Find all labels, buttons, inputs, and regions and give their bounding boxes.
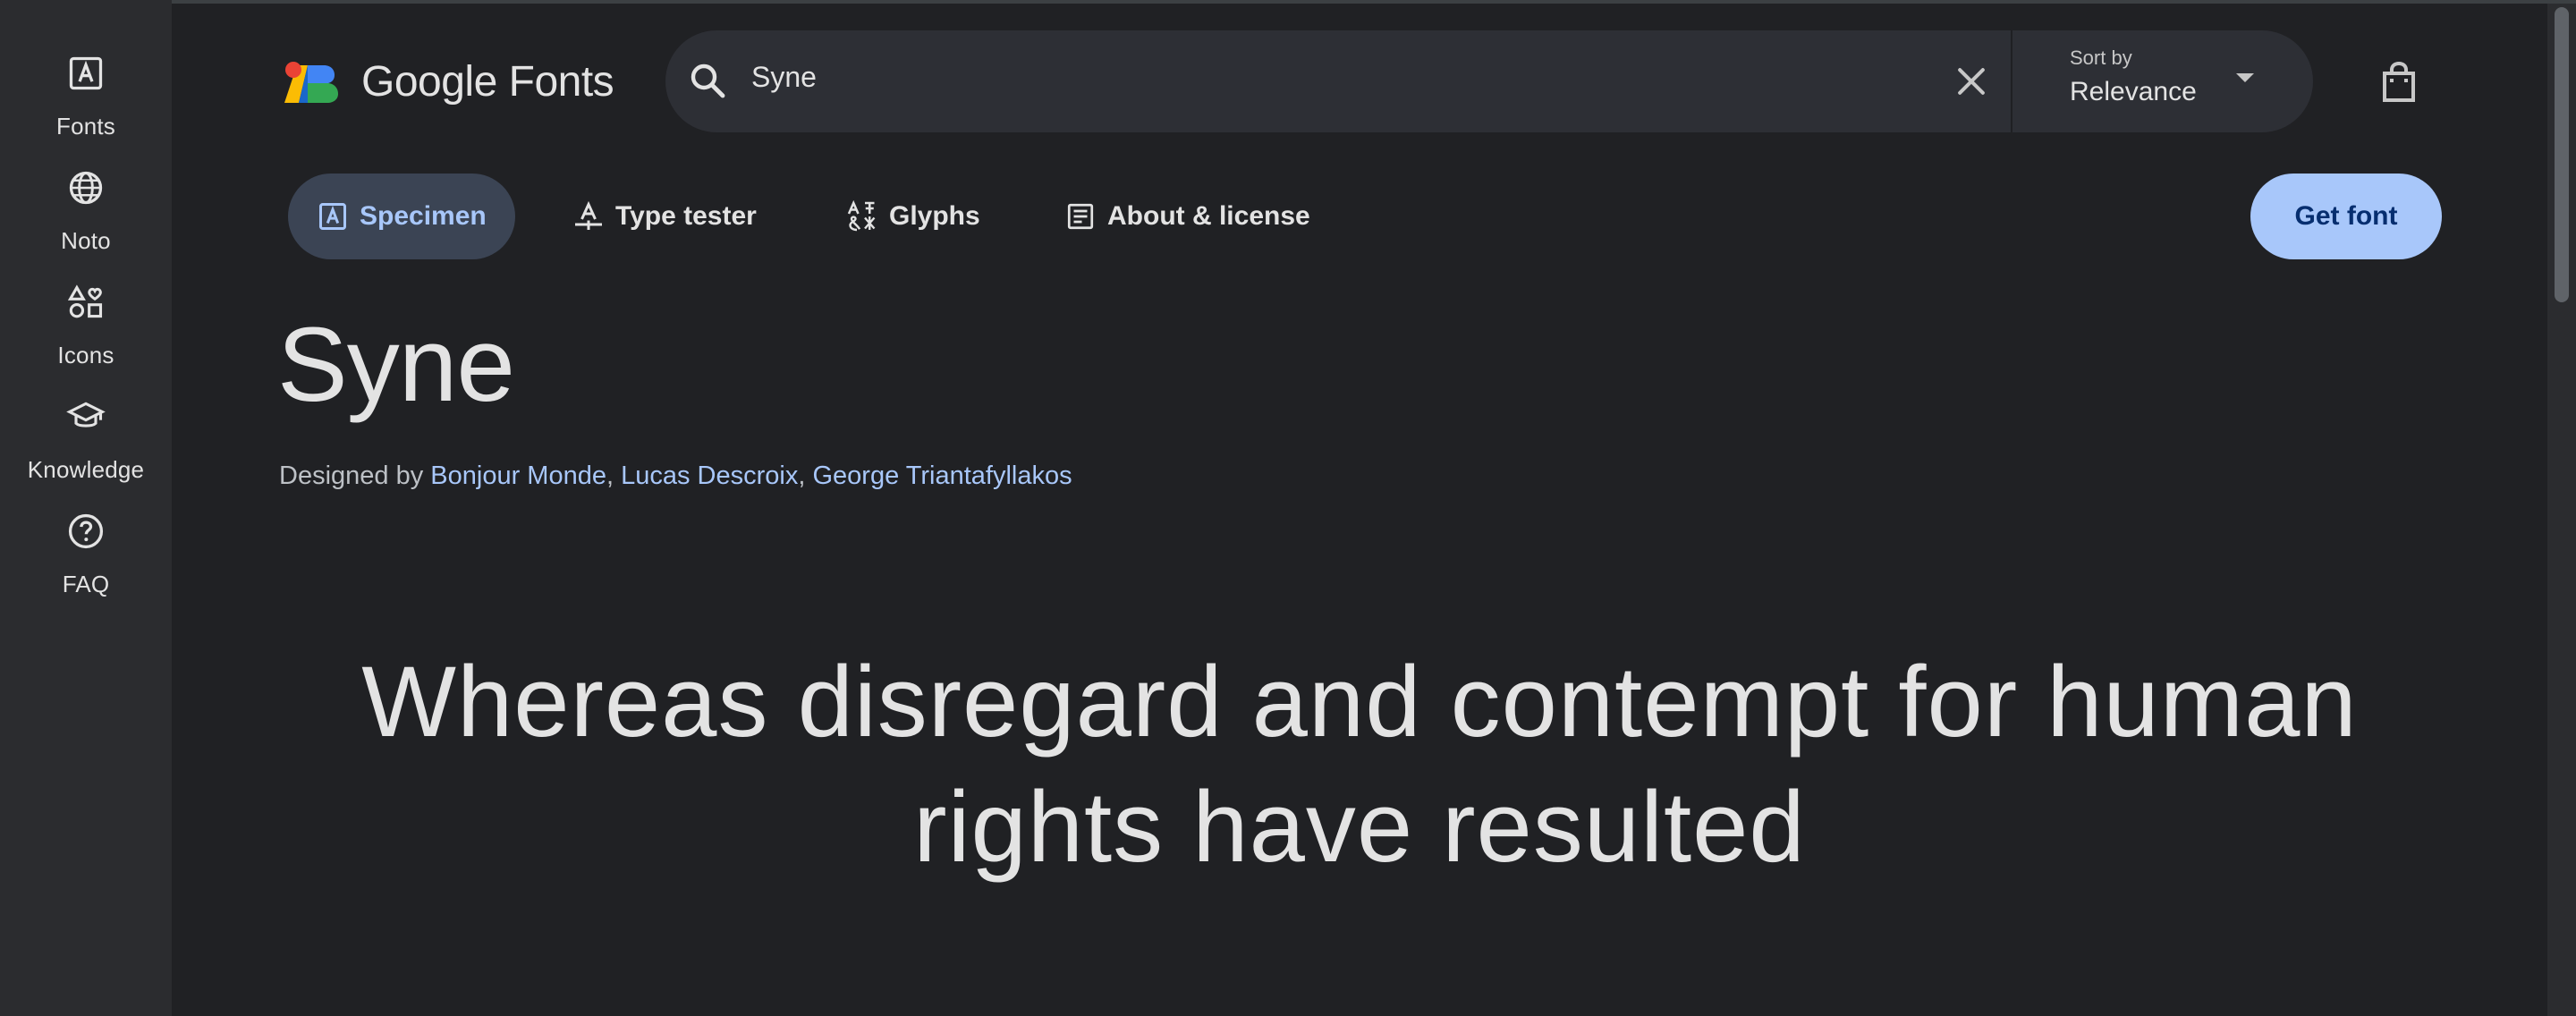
sort-dropdown[interactable]: Sort by Relevance	[2070, 47, 2197, 107]
specimen-icon	[319, 203, 346, 230]
google-fonts-logo-icon	[284, 61, 338, 103]
help-circle-icon	[64, 510, 107, 553]
tab-type-tester[interactable]: Type tester	[572, 174, 757, 259]
rail-item-noto[interactable]: Noto	[0, 166, 172, 274]
clear-search-icon[interactable]	[1952, 62, 1991, 101]
tab-specimen[interactable]: Specimen	[288, 174, 515, 259]
tab-label-type-tester: Type tester	[615, 201, 757, 231]
rail-label-knowledge: Knowledge	[27, 456, 145, 483]
rail-label-noto: Noto	[61, 227, 111, 254]
chevron-down-icon[interactable]	[2236, 73, 2254, 82]
designed-by-label: Designed by	[279, 461, 424, 490]
tab-glyphs[interactable]: Glyphs	[846, 174, 980, 259]
logo-text: Google Fonts	[361, 58, 614, 106]
globe-icon	[64, 166, 107, 209]
specimen-sample-text: Whereas disregard and contempt for human…	[361, 646, 2358, 883]
tab-label-glyphs: Glyphs	[889, 201, 980, 231]
sort-caption: Sort by	[2070, 47, 2132, 69]
rail-label-icons: Icons	[57, 342, 114, 368]
font-box-icon	[64, 52, 107, 95]
glyphs-icon	[847, 200, 876, 232]
type-tester-icon	[575, 200, 602, 230]
designer-separator: ,	[798, 461, 813, 490]
search-input[interactable]: Syne	[751, 61, 817, 94]
tab-about-license[interactable]: About & license	[1064, 174, 1310, 259]
rail-item-faq[interactable]: FAQ	[0, 510, 172, 617]
nav-rail: Fonts Noto Icons Knowledge FAQ	[0, 0, 172, 1016]
designer-separator: ,	[606, 461, 622, 490]
rail-label-faq: FAQ	[62, 571, 110, 597]
search-divider	[2011, 30, 2012, 132]
google-fonts-logo[interactable]: Google Fonts	[281, 57, 614, 106]
tab-label-specimen: Specimen	[360, 201, 487, 231]
article-icon	[1067, 203, 1094, 230]
designer-link-george-triantafyllakos[interactable]: George Triantafyllakos	[812, 461, 1072, 490]
rail-label-fonts: Fonts	[55, 113, 116, 140]
scrollbar-thumb[interactable]	[2555, 7, 2569, 302]
window-top-border	[0, 0, 2576, 4]
designer-link-lucas-descroix[interactable]: Lucas Descroix	[621, 461, 798, 490]
school-icon	[64, 395, 107, 438]
rail-item-knowledge[interactable]: Knowledge	[0, 395, 172, 503]
sort-value: Relevance	[2070, 77, 2197, 106]
designer-link-bonjour-monde[interactable]: Bonjour Monde	[430, 461, 606, 490]
tab-label-about-license: About & license	[1107, 201, 1310, 231]
search-icon	[691, 64, 725, 98]
search-bar[interactable]: Syne Sort by Relevance	[665, 30, 2313, 132]
shopping-bag-icon[interactable]	[2379, 61, 2419, 104]
designer-line: Designed by Bonjour Monde, Lucas Descroi…	[279, 461, 1072, 491]
shapes-icon	[64, 281, 107, 324]
get-font-button[interactable]: Get font	[2250, 174, 2442, 259]
rail-item-icons[interactable]: Icons	[0, 281, 172, 388]
font-name-heading: Syne	[277, 306, 515, 424]
rail-item-fonts[interactable]: Fonts	[0, 52, 172, 159]
